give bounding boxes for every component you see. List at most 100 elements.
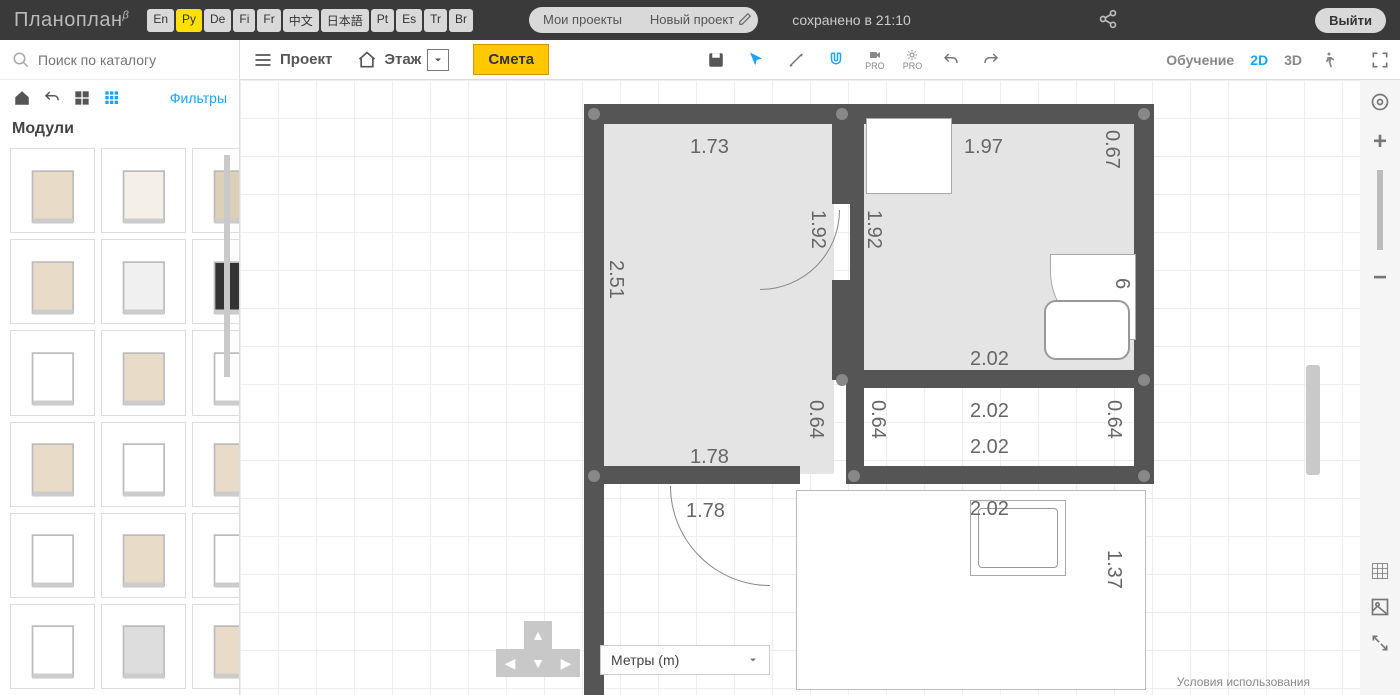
lang-Br[interactable]: Br xyxy=(449,9,473,32)
dim: 2.02 xyxy=(970,498,1009,521)
dim: 1.97 xyxy=(964,136,1003,159)
language-switcher: EnРуDeFiFr中文日本語PtEsTrBr xyxy=(147,9,473,32)
lang-Fi[interactable]: Fi xyxy=(233,9,255,32)
magnet-icon[interactable] xyxy=(825,49,847,71)
lang-De[interactable]: De xyxy=(204,9,231,32)
catalog-thumb[interactable] xyxy=(192,422,239,507)
back-icon[interactable] xyxy=(42,88,62,108)
catalog-thumb[interactable] xyxy=(192,604,239,689)
lang-Tr[interactable]: Tr xyxy=(424,9,447,32)
canvas-scrollbar[interactable] xyxy=(1306,365,1320,475)
pan-up-button[interactable]: ▲ xyxy=(524,621,552,649)
grid-large-icon[interactable] xyxy=(72,88,92,108)
search-icon xyxy=(12,51,30,69)
dim: 1.73 xyxy=(690,136,729,159)
snapshot-icon[interactable] xyxy=(1368,595,1392,619)
settings-icon[interactable] xyxy=(1368,90,1392,114)
home-icon[interactable] xyxy=(12,88,32,108)
catalog-thumb[interactable] xyxy=(192,330,239,415)
catalog-thumb[interactable] xyxy=(10,148,95,233)
lang-Fr[interactable]: Fr xyxy=(257,9,280,32)
lang-Es[interactable]: Es xyxy=(396,9,422,32)
lang-中文[interactable]: 中文 xyxy=(283,9,319,32)
breadcrumb-current-project[interactable]: Новый проект xyxy=(636,7,758,33)
right-rail: + − xyxy=(1360,80,1400,695)
dim: 2.51 xyxy=(604,260,627,299)
fullscreen-button[interactable] xyxy=(1360,40,1400,80)
zoom-slider[interactable] xyxy=(1377,170,1383,250)
expand-icon[interactable] xyxy=(1368,631,1392,655)
app-logo: Планопланβ xyxy=(0,9,143,32)
sidebar-controls: Фильтры xyxy=(0,80,239,116)
lang-Pt[interactable]: Pt xyxy=(371,9,394,32)
catalog-thumb[interactable] xyxy=(101,513,186,598)
floor-menu[interactable]: Этаж xyxy=(384,51,421,68)
pointer-icon[interactable] xyxy=(745,49,767,71)
catalog-sidebar: Фильтры Модули xyxy=(0,40,240,695)
save-icon[interactable] xyxy=(705,49,727,71)
pan-controls: ▲ ◀ ▼ ▶ xyxy=(496,621,580,677)
sidebar-scrollbar[interactable] xyxy=(224,155,230,377)
camera-pro-icon[interactable]: PRO xyxy=(865,49,885,71)
catalog-thumb[interactable] xyxy=(192,513,239,598)
zoom-in-icon[interactable]: + xyxy=(1368,130,1392,154)
catalog-thumb[interactable] xyxy=(101,148,186,233)
light-pro-icon[interactable]: PRO xyxy=(903,49,923,71)
lang-Ру[interactable]: Ру xyxy=(176,9,202,32)
dim: 6 xyxy=(1110,278,1133,289)
house-icon[interactable] xyxy=(356,49,378,71)
catalog-grid xyxy=(0,142,239,695)
pan-down-button[interactable]: ▼ xyxy=(524,649,552,677)
view-2d-tab[interactable]: 2D xyxy=(1250,52,1268,68)
dim: 0.67 xyxy=(1100,130,1123,169)
search-input[interactable] xyxy=(38,52,227,68)
dim: 1.92 xyxy=(862,210,885,249)
catalog-thumb[interactable] xyxy=(10,239,95,324)
dim: 2.02 xyxy=(970,348,1009,371)
dim: 1.78 xyxy=(686,500,725,523)
share-button[interactable] xyxy=(1098,9,1118,32)
catalog-thumb[interactable] xyxy=(10,422,95,507)
grid-toggle-icon[interactable] xyxy=(1368,559,1392,583)
grid-small-icon[interactable] xyxy=(102,88,122,108)
dim: 1.92 xyxy=(806,210,829,249)
lang-日本語[interactable]: 日本語 xyxy=(321,9,369,32)
wall-tool-icon[interactable] xyxy=(785,49,807,71)
dim: 2.02 xyxy=(970,436,1009,459)
undo-icon[interactable] xyxy=(940,49,962,71)
catalog-thumb[interactable] xyxy=(101,422,186,507)
filters-link[interactable]: Фильтры xyxy=(170,90,227,106)
walk-icon[interactable] xyxy=(1318,49,1340,71)
project-menu[interactable]: Проект xyxy=(280,51,332,68)
catalog-thumb[interactable] xyxy=(192,239,239,324)
catalog-thumb[interactable] xyxy=(192,148,239,233)
top-bar: Планопланβ EnРуDeFiFr中文日本語PtEsTrBr Мои п… xyxy=(0,0,1400,40)
main-toolbar: Проект Этаж Смета PRO PRO Обучение 2D 3D xyxy=(240,40,1360,80)
pan-right-button[interactable]: ▶ xyxy=(552,649,580,677)
catalog-thumb[interactable] xyxy=(101,330,186,415)
pan-left-button[interactable]: ◀ xyxy=(496,649,524,677)
units-select[interactable]: Метры (m) xyxy=(600,645,770,675)
pencil-icon xyxy=(738,12,752,26)
hamburger-icon[interactable] xyxy=(252,49,274,71)
breadcrumb: Мои проекты Новый проект xyxy=(529,7,758,33)
lang-En[interactable]: En xyxy=(147,9,174,32)
catalog-thumb[interactable] xyxy=(10,604,95,689)
learning-link[interactable]: Обучение xyxy=(1166,52,1234,68)
zoom-out-icon[interactable]: − xyxy=(1368,266,1392,290)
logout-button[interactable]: Выйти xyxy=(1315,8,1386,33)
saved-status: сохранено в 21:10 xyxy=(792,12,911,28)
dim: 2.02 xyxy=(970,400,1009,423)
catalog-thumb[interactable] xyxy=(10,330,95,415)
terms-link[interactable]: Условия использования xyxy=(1177,675,1310,689)
floorplan-canvas[interactable]: 1.73 1.97 0.67 1.92 1.92 2.51 6 2.02 2.0… xyxy=(240,80,1360,695)
dim: 1.37 xyxy=(1102,550,1125,589)
breadcrumb-my-projects[interactable]: Мои проекты xyxy=(529,7,636,33)
floor-dropdown[interactable] xyxy=(427,49,449,71)
view-3d-tab[interactable]: 3D xyxy=(1284,52,1302,68)
catalog-thumb[interactable] xyxy=(101,604,186,689)
redo-icon[interactable] xyxy=(980,49,1002,71)
catalog-thumb[interactable] xyxy=(10,513,95,598)
estimate-button[interactable]: Смета xyxy=(473,44,549,75)
catalog-thumb[interactable] xyxy=(101,239,186,324)
